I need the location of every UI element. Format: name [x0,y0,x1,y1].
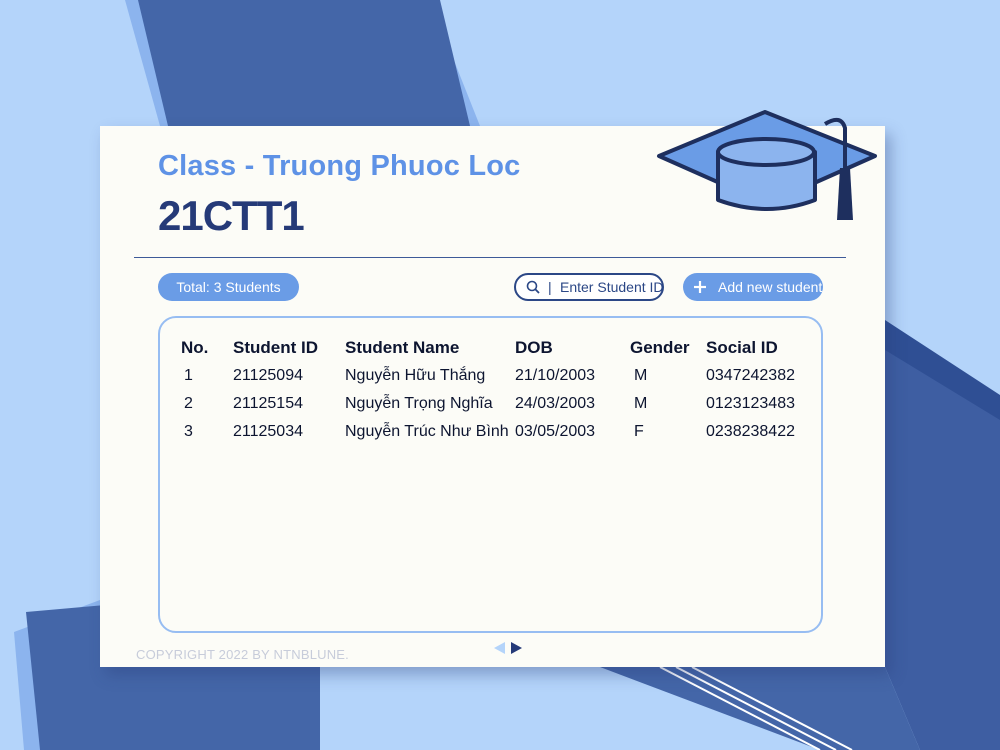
column-header-dob: DOB [515,338,553,357]
cell-student-id: 21125034 [233,423,303,440]
search-placeholder: Enter Student ID [560,279,664,295]
cell-gender: F [634,423,644,440]
cell-gender: M [634,367,648,384]
cell-dob: 03/05/2003 [515,423,596,440]
cell-no: 2 [184,395,193,412]
cell-dob: 24/03/2003 [515,395,596,412]
class-title: Class - Truong Phuoc Loc [158,150,521,182]
cell-gender: M [634,395,648,412]
header-divider [134,257,846,258]
search-separator: | [548,279,552,295]
plus-icon [694,281,706,293]
class-card: Class - Truong Phuoc Loc 21CTT1 Total: 3… [100,110,885,667]
column-header-social-id: Social ID [706,338,778,357]
chevron-right-icon[interactable] [511,642,522,654]
graduation-cap-icon [657,110,877,220]
search-icon [526,280,540,294]
column-header-gender: Gender [630,338,690,357]
students-table: No. Student ID Student Name DOB Gender S… [158,316,823,633]
add-new-student-label: Add new student [718,279,823,295]
cell-no: 3 [184,423,193,440]
chevron-left-icon[interactable] [494,642,505,654]
cell-student-name: Nguyễn Trúc Như Bình [345,423,509,440]
add-new-student-button[interactable]: Add new student [683,273,823,301]
cell-student-id: 21125094 [233,367,303,384]
cell-student-name: Nguyễn Trọng Nghĩa [345,395,493,412]
cell-social-id: 0347242382 [706,367,795,384]
pagination-controls [494,642,522,654]
class-code-heading: 21CTT1 [158,192,305,239]
cell-social-id: 0123123483 [706,395,795,412]
column-header-no: No. [181,338,209,357]
cell-student-id: 21125154 [233,395,303,412]
cell-social-id: 0238238422 [706,423,795,440]
column-header-student-id: Student ID [233,338,318,357]
cell-dob: 21/10/2003 [515,367,596,384]
column-header-student-name: Student Name [345,338,460,357]
total-students-badge: Total: 3 Students [158,273,299,301]
student-id-search[interactable]: | Enter Student ID [514,273,664,301]
cell-no: 1 [184,367,193,384]
copyright-text: COPYRIGHT 2022 BY NTNBLUNE. [136,647,349,662]
cell-student-name: Nguyễn Hữu Thắng [345,367,486,384]
